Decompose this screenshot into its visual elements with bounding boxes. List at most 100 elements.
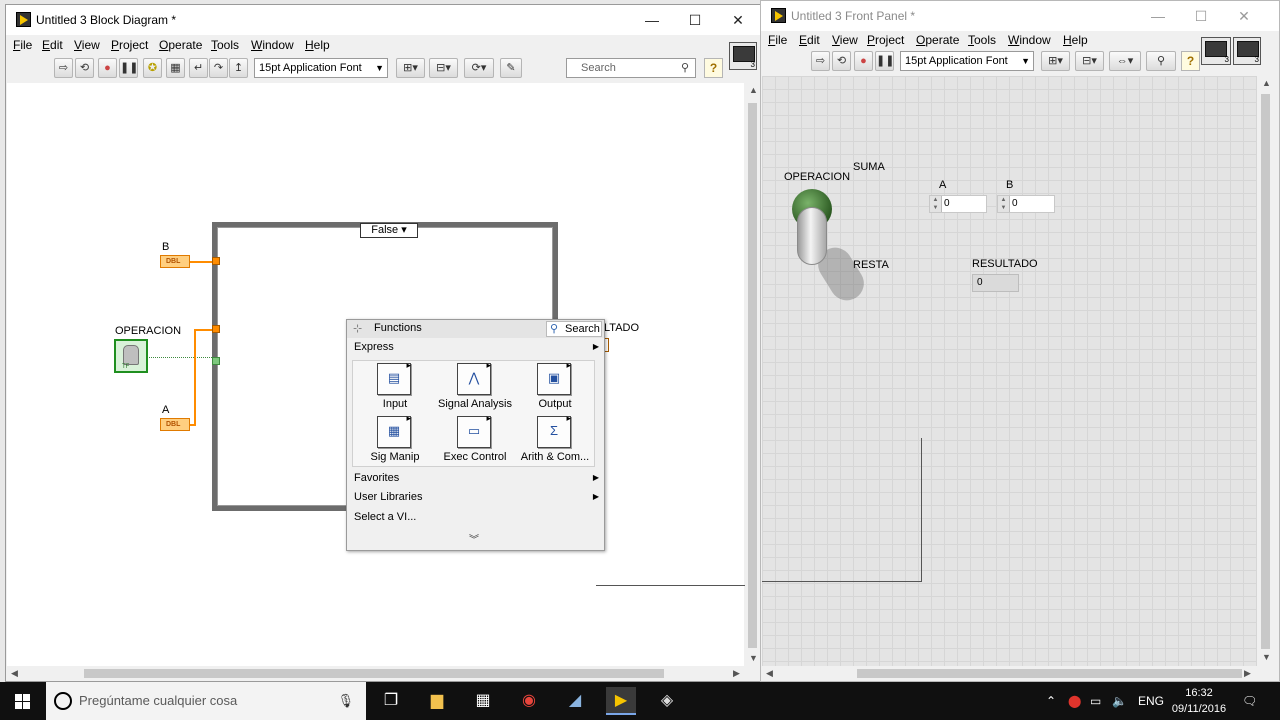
antivirus-tray-icon[interactable]: ⬤ bbox=[1068, 682, 1081, 720]
pin-icon[interactable]: ⊹ bbox=[353, 322, 362, 335]
run-arrow-icon[interactable]: ⇨ bbox=[811, 51, 830, 71]
cortana-search-box[interactable]: Pregúntame cualquier cosa 🎙 bbox=[46, 682, 366, 720]
numeric-control-a[interactable]: ▲ ▼ 0 bbox=[929, 195, 987, 213]
bd-maximize-button[interactable]: ☐ bbox=[673, 5, 717, 35]
palette-item-exec-control[interactable]: ▭ Exec Control bbox=[435, 413, 515, 466]
spin-arrows-icon[interactable]: ▲ ▼ bbox=[998, 196, 1010, 212]
fp-connector-pane-icon[interactable] bbox=[1201, 37, 1231, 65]
notepad-icon[interactable]: ◢ bbox=[560, 687, 590, 715]
bd-menu-file[interactable]: File bbox=[13, 38, 32, 52]
align-objects-icon[interactable]: ⊞▾ bbox=[396, 58, 425, 78]
bd-hscroll-thumb[interactable] bbox=[84, 669, 664, 678]
distribute-objects-icon[interactable]: ⊟▾ bbox=[429, 58, 458, 78]
wire-a-h2[interactable] bbox=[194, 329, 212, 331]
bd-vscroll-thumb[interactable] bbox=[748, 103, 757, 648]
fp-menu-file[interactable]: File bbox=[768, 33, 787, 47]
palette-search-button[interactable]: ⚲ Search bbox=[546, 321, 602, 337]
bd-menu-help[interactable]: Help bbox=[305, 38, 330, 52]
terminal-operacion[interactable]: TF bbox=[114, 339, 148, 373]
context-help-button[interactable]: ? bbox=[704, 58, 723, 78]
abort-icon[interactable]: ● bbox=[98, 58, 117, 78]
labview-getting-started-icon[interactable]: ◈ bbox=[652, 687, 682, 715]
palette-category-express[interactable]: Express ▶ bbox=[347, 338, 604, 356]
run-arrow-icon[interactable]: ⇨ bbox=[54, 58, 73, 78]
abort-icon[interactable]: ● bbox=[854, 51, 873, 71]
numeric-control-b[interactable]: ▲ ▼ 0 bbox=[997, 195, 1055, 213]
fp-menu-tools[interactable]: Tools bbox=[968, 33, 996, 47]
show-hidden-icons-icon[interactable]: ⌃ bbox=[1046, 682, 1056, 720]
expand-more-icon[interactable]: ︾ bbox=[469, 531, 479, 546]
labview-task-icon[interactable]: ▶ bbox=[606, 687, 636, 715]
fp-menu-help[interactable]: Help bbox=[1063, 33, 1088, 47]
volume-icon[interactable]: 🔈 bbox=[1112, 682, 1127, 720]
bd-menu-edit[interactable]: Edit bbox=[42, 38, 63, 52]
bd-menu-view[interactable]: View bbox=[74, 38, 100, 52]
bd-horizontal-scrollbar[interactable]: ◀ ▶ bbox=[7, 666, 745, 681]
fp-horizontal-scrollbar[interactable]: ◀ ▶ bbox=[762, 666, 1257, 681]
scroll-right-icon[interactable]: ▶ bbox=[733, 668, 740, 679]
run-continuously-icon[interactable]: ⟲ bbox=[832, 51, 851, 71]
tunnel-b[interactable] bbox=[212, 257, 220, 265]
terminal-b[interactable]: DBL bbox=[160, 255, 190, 268]
bd-minimize-button[interactable]: — bbox=[630, 5, 674, 35]
bd-menu-project[interactable]: Project bbox=[111, 38, 148, 52]
font-dropdown[interactable]: 15pt Application Font ▼ bbox=[254, 58, 388, 78]
bd-close-button[interactable]: ✕ bbox=[716, 5, 760, 35]
palette-item-output[interactable]: ▣ Output bbox=[515, 360, 595, 413]
clean-up-diagram-icon[interactable]: ✎ bbox=[500, 58, 522, 78]
highlight-execution-icon[interactable]: ✪ bbox=[143, 58, 162, 78]
bd-menu-window[interactable]: Window bbox=[251, 38, 294, 52]
fp-close-button[interactable]: ✕ bbox=[1222, 1, 1266, 31]
start-button[interactable] bbox=[0, 682, 46, 720]
wire-a-v[interactable] bbox=[194, 329, 196, 426]
fp-vertical-scrollbar[interactable]: ▲ ▼ bbox=[1257, 76, 1274, 666]
fp-titlebar[interactable]: Untitled 3 Front Panel * — ☐ ✕ bbox=[761, 1, 1279, 31]
palette-item-signal-analysis[interactable]: ⋀ Signal Analysis bbox=[435, 360, 515, 413]
fp-vscroll-thumb[interactable] bbox=[1261, 94, 1270, 649]
scroll-right-icon[interactable]: ▶ bbox=[1244, 668, 1251, 679]
fp-hscroll-thumb[interactable] bbox=[857, 669, 1242, 678]
bd-vertical-scrollbar[interactable]: ▲ ▼ bbox=[745, 83, 760, 666]
calculator-icon[interactable]: ▦ bbox=[468, 687, 498, 715]
step-out-icon[interactable]: ↥ bbox=[229, 58, 248, 78]
fp-minimize-button[interactable]: — bbox=[1136, 1, 1180, 31]
step-over-icon[interactable]: ↷ bbox=[209, 58, 228, 78]
fp-font-dropdown[interactable]: 15pt Application Font ▼ bbox=[900, 51, 1034, 71]
bd-titlebar[interactable]: Untitled 3 Block Diagram * — ☐ ✕ bbox=[6, 5, 760, 35]
front-panel-canvas[interactable]: OPERACION SUMA RESTA A ▲ ▼ 0 B ▲ ▼ 0 RESUL… bbox=[762, 76, 1262, 666]
bd-vi-icon[interactable] bbox=[729, 42, 757, 70]
run-continuously-icon[interactable]: ⟲ bbox=[75, 58, 94, 78]
microphone-icon[interactable]: 🎙 bbox=[337, 682, 354, 720]
bd-search-input[interactable]: Search ⚲ bbox=[566, 58, 696, 78]
reorder-icon[interactable]: ⟳▾ bbox=[464, 58, 494, 78]
scroll-down-icon[interactable]: ▼ bbox=[749, 653, 758, 663]
fp-vi-icon[interactable] bbox=[1233, 37, 1261, 65]
palette-select-a-vi[interactable]: Select a VI... bbox=[347, 508, 604, 526]
battery-icon[interactable]: ▭ bbox=[1090, 682, 1101, 720]
scroll-up-icon[interactable]: ▲ bbox=[749, 85, 758, 95]
retain-wire-values-icon[interactable]: ▦ bbox=[166, 58, 185, 78]
fp-menu-edit[interactable]: Edit bbox=[799, 33, 820, 47]
scroll-up-icon[interactable]: ▲ bbox=[1262, 78, 1271, 88]
tunnel-a[interactable] bbox=[212, 325, 220, 333]
fp-search-icon[interactable]: ⚲ bbox=[1146, 51, 1176, 71]
task-view-icon[interactable]: ❐ bbox=[376, 687, 406, 715]
case-selector[interactable]: False ▾ bbox=[360, 223, 418, 238]
palette-category-user-libraries[interactable]: User Libraries ▶ bbox=[347, 488, 604, 506]
distribute-objects-icon[interactable]: ⊟▾ bbox=[1075, 51, 1104, 71]
file-explorer-icon[interactable]: ▆ bbox=[422, 687, 452, 715]
scroll-left-icon[interactable]: ◀ bbox=[11, 668, 18, 679]
system-clock[interactable]: 16:32 09/11/2016 bbox=[1160, 685, 1238, 717]
wire-b[interactable] bbox=[190, 261, 212, 263]
palette-category-favorites[interactable]: Favorites ▶ bbox=[347, 469, 604, 487]
step-into-icon[interactable]: ↵ bbox=[189, 58, 208, 78]
bd-menu-operate[interactable]: Operate bbox=[159, 38, 202, 52]
fp-menu-project[interactable]: Project bbox=[867, 33, 904, 47]
wire-operacion[interactable] bbox=[149, 357, 212, 358]
operacion-toggle-switch[interactable] bbox=[797, 207, 827, 265]
case-selector-terminal[interactable] bbox=[212, 357, 220, 365]
bd-menu-tools-label[interactable]: Tools bbox=[211, 38, 239, 52]
scroll-left-icon[interactable]: ◀ bbox=[766, 668, 773, 679]
palette-item-arith-comparison[interactable]: Σ Arith & Com... bbox=[515, 413, 595, 466]
pause-icon[interactable]: ❚❚ bbox=[119, 58, 138, 78]
